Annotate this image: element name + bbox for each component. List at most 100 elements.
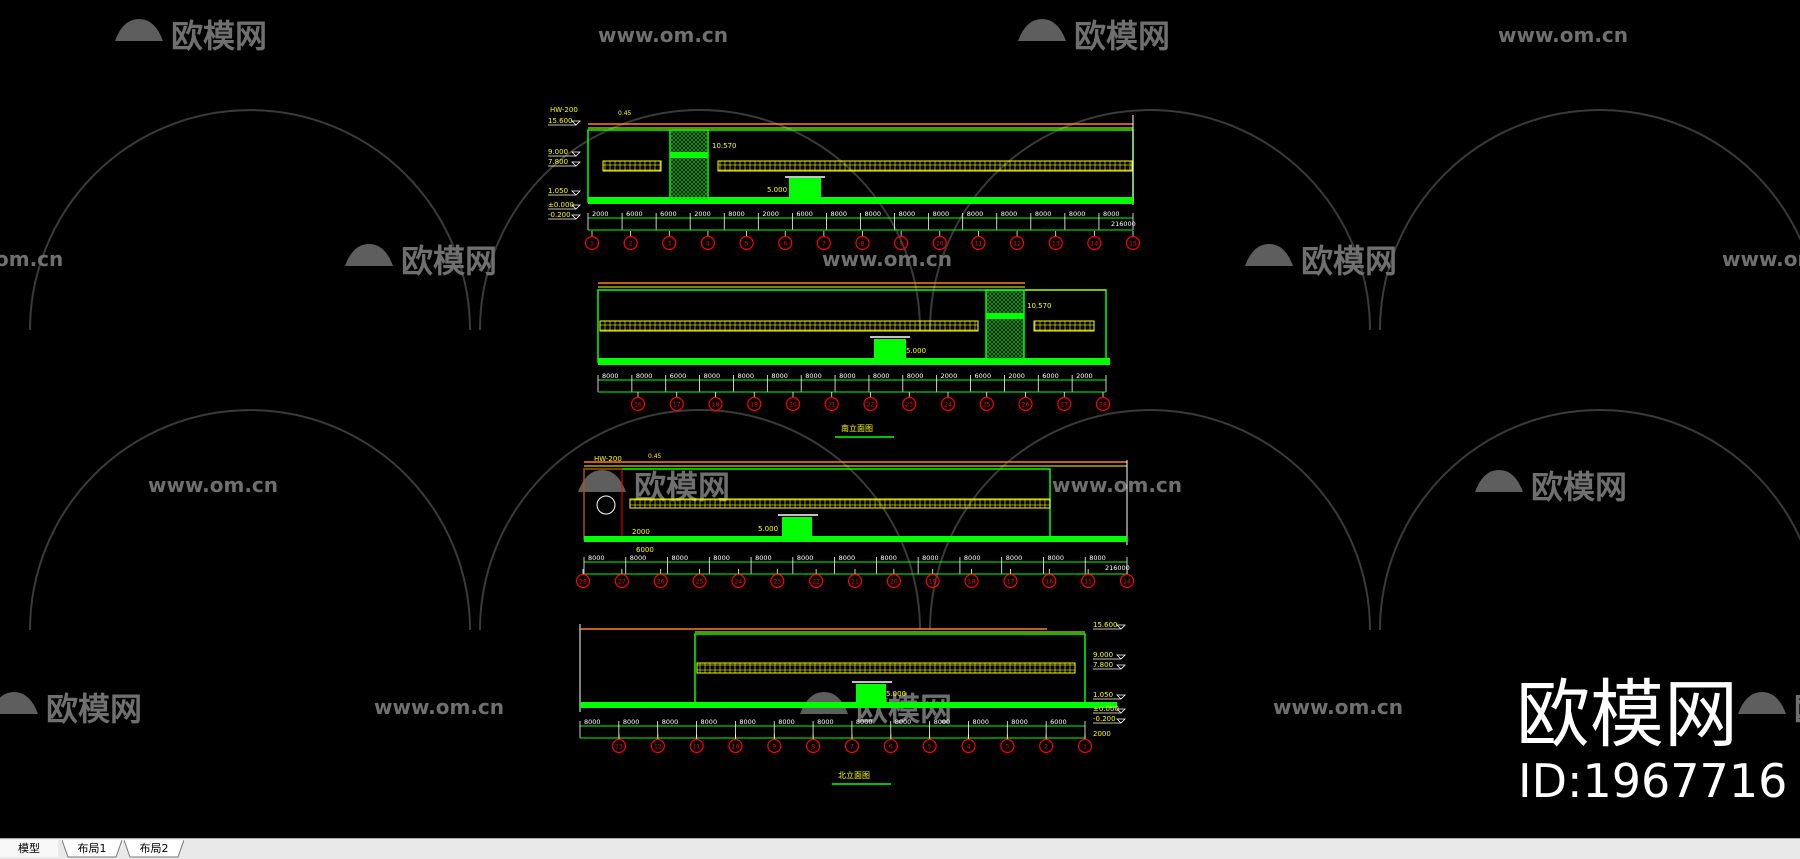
tab-layout2[interactable]: 布局2	[124, 840, 184, 858]
axis-label: 5	[928, 744, 932, 751]
dimension-text: 8000	[737, 372, 754, 380]
axis-bubbles: 28 27 26 25 24 23 22 21 20 19 18 17 16 15 14	[575, 569, 1135, 589]
axis-label: 24	[944, 402, 952, 409]
watermark-item: 欧模网	[1475, 468, 1627, 506]
dimension-text: 8000	[602, 372, 619, 380]
tab-model[interactable]: 模型	[0, 840, 58, 857]
watermark-item: 欧模网	[115, 17, 267, 55]
dimension-text: 8000	[865, 210, 882, 218]
watermark-arc	[1379, 409, 1800, 631]
dimension-text: 6000	[1042, 372, 1059, 380]
elevation-view-1[interactable]: 15.6009.0007.8001.050±0.000-0.200 2000 60…	[548, 106, 1141, 251]
axis-bubbles: 16 17 18 19 20 21 22 23 24 25 26 27 28	[630, 392, 1111, 412]
dimension-text: 8000	[623, 718, 640, 726]
sofa-logo-icon	[0, 692, 38, 714]
axis-label: 7	[822, 241, 826, 248]
elevation-text: 1.050	[548, 187, 568, 195]
dimension-text: 8000	[972, 718, 989, 726]
dimension-text: 8000	[630, 554, 647, 562]
dimension-text: 8000	[922, 554, 939, 562]
elevation-labels: 15.600 9.000 7.800 1.050 ±0.000 -0.200	[548, 117, 581, 220]
watermark-text: 欧模网	[1531, 468, 1627, 506]
axis-label: 23	[773, 579, 781, 586]
dimension-text: 6000	[660, 210, 677, 218]
axis-label: 18	[712, 402, 720, 409]
watermark-item: www.om.cn	[374, 695, 504, 719]
watermark-item: www.om.cn	[148, 473, 278, 497]
elevation-view-2[interactable]: 8000 8000 6000 8000 8000 8000 8000 8000 8000 8000…	[597, 282, 1111, 438]
sofa-logo-icon	[115, 19, 163, 41]
axis-label: 10	[732, 744, 740, 751]
dimension-text: 8000	[797, 554, 814, 562]
watermark-arcs	[29, 109, 1800, 631]
dimension-text: 8000	[839, 372, 856, 380]
axis-label: 4	[967, 744, 971, 751]
watermark-text: www.om.cn	[374, 695, 504, 719]
axis-label: 17	[673, 402, 681, 409]
elevation-view-4[interactable]: 15.6009.0007.8001.050±0.000-0.200 8000 80…	[579, 621, 1126, 785]
axis-label: 25	[983, 402, 991, 409]
dimension-line: 8000 8000 8000 8000 8000 8000 8000 8000 8000 8000…	[579, 718, 1086, 739]
axis-label: 11	[693, 744, 701, 751]
dimension-text: 8000	[662, 718, 679, 726]
dimension-text: 8000	[1011, 718, 1028, 726]
tab-label: 布局1	[77, 842, 107, 855]
elevation-labels: 15.600 9.000 7.800 1.050 ±0.000 -0.200	[1093, 621, 1126, 724]
dimension-text: 8000	[755, 554, 772, 562]
watermark-item: www.om.cn	[822, 247, 952, 271]
dimension-line: 8000 8000 6000 8000 8000 8000 8000 8000 8000 8000…	[597, 372, 1107, 393]
axis-label: 27	[1060, 402, 1068, 409]
tab-layout1[interactable]: 布局1	[62, 840, 122, 858]
sofa-logo-icon	[345, 244, 393, 266]
dimension-line: 2000 6000 6000 2000 8000 2000 6000 8000 8000 8000…	[587, 210, 1136, 231]
axis-label: 11	[975, 241, 983, 248]
elevation-text: 1.050	[1093, 691, 1113, 699]
side-dim: 2000	[1093, 730, 1111, 738]
watermark-arc	[1379, 109, 1800, 331]
elevation-text: 15.600	[548, 117, 573, 125]
axis-label: 18	[968, 579, 976, 586]
entrance-canopy	[856, 684, 886, 706]
axis-label: 7	[850, 744, 854, 751]
level-mark: 10.570	[1027, 302, 1052, 310]
dimension-text: 8000	[873, 372, 890, 380]
dimension-text: 8000	[805, 372, 822, 380]
brand-watermark: 欧模网 ID:1967716	[1516, 672, 1787, 808]
dimension-text: 6000	[796, 210, 813, 218]
axis-label: 6	[889, 744, 893, 751]
hw-label: HW-200	[550, 106, 578, 114]
dimension-text: 8000	[739, 718, 756, 726]
layout-tab-bar: 模型 布局1 布局2	[0, 838, 1800, 859]
axis-label: 20	[789, 402, 797, 409]
dimension-text: 2000	[762, 210, 779, 218]
cad-drawing-canvas[interactable]: 欧模网 www.om.cn 欧模网 www.om.cn om.cn 欧模网 www.om.c…	[0, 0, 1800, 838]
watermark-arc	[29, 409, 471, 631]
axis-label: 20	[890, 579, 898, 586]
axis-label: 25	[696, 579, 704, 586]
tab-label: 布局2	[139, 842, 169, 855]
elevation-text: 15.600	[1093, 621, 1118, 629]
elevation-text: 7.800	[548, 158, 568, 166]
dimension-text: 8000	[895, 718, 912, 726]
level-mark-small: 5.000	[767, 186, 787, 194]
axis-label: 23	[905, 402, 913, 409]
axis-label: 16	[1045, 579, 1053, 586]
level-mark: 10.570	[712, 142, 737, 150]
dimension-text: 8000	[907, 372, 924, 380]
axis-label: 9	[899, 241, 903, 248]
side-dim: 2000	[632, 528, 650, 536]
entrance-canopy	[789, 178, 821, 200]
watermark-text: 欧模网	[171, 17, 267, 55]
axis-label: 4	[706, 241, 710, 248]
dimension-text: 8000	[672, 554, 689, 562]
entrance-canopy	[782, 517, 812, 539]
axis-label: 22	[867, 402, 875, 409]
watermark-item: 欧模网	[1245, 242, 1397, 280]
watermark-text: 欧模网	[401, 242, 497, 280]
dimension-text: 8000	[1001, 210, 1018, 218]
dimension-text: 8000	[701, 718, 718, 726]
watermark-arc	[29, 109, 471, 331]
dimension-text: 8000	[1006, 554, 1023, 562]
elevation-text: 9.000	[1093, 651, 1113, 659]
dimension-total: 216000	[1111, 220, 1136, 228]
